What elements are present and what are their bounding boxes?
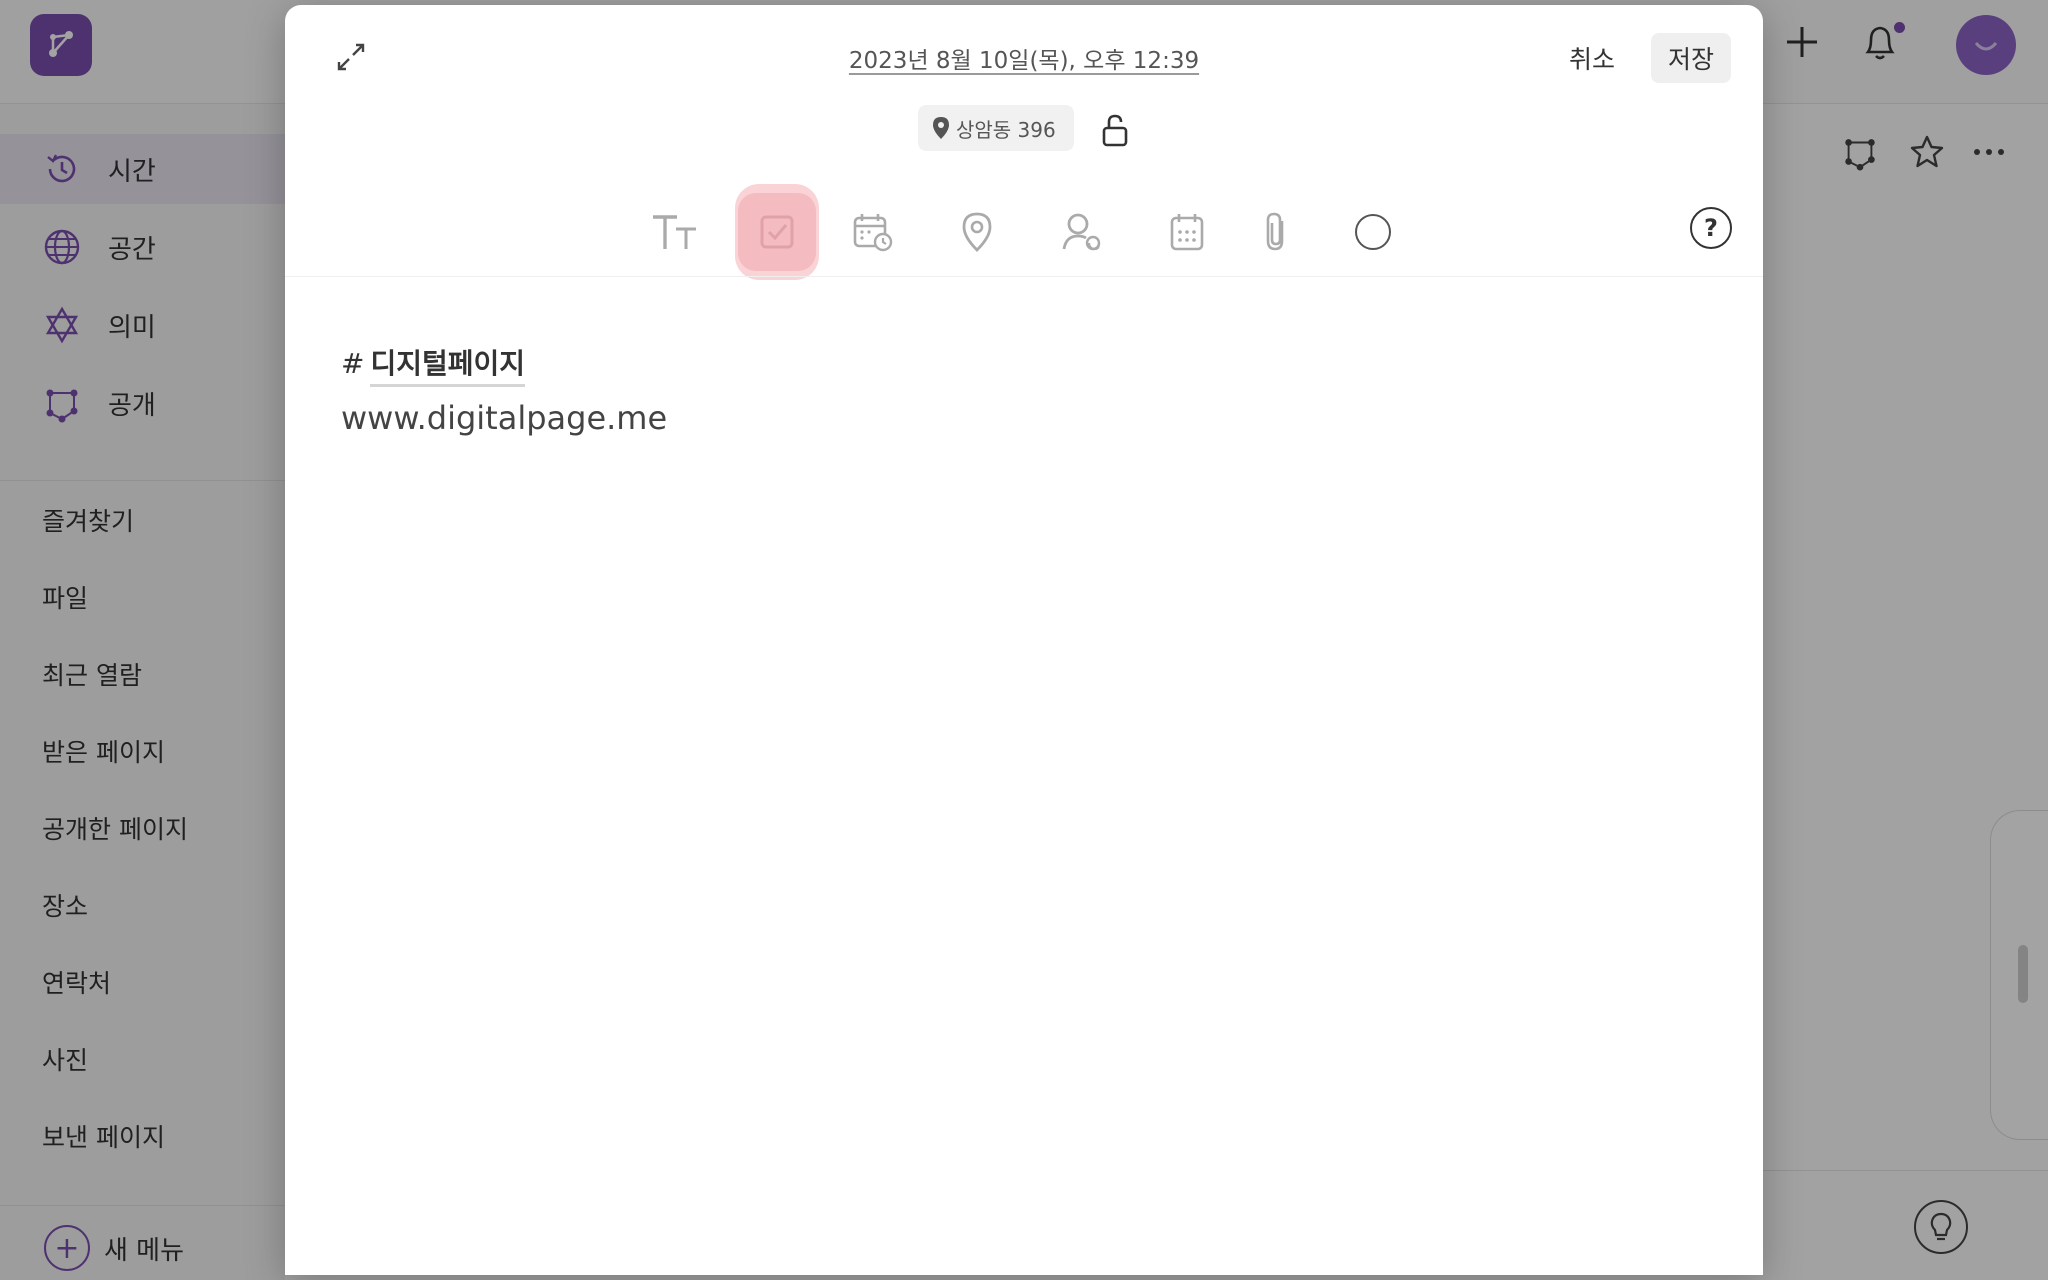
location-label: 상암동 396 (956, 117, 1056, 142)
location-tool[interactable] (935, 187, 1019, 277)
contact-icon (1062, 213, 1101, 251)
page-date[interactable]: 2023년 8월 10일(목), 오후 12:39 (285, 41, 1763, 75)
calendar-icon (1170, 214, 1204, 251)
page-date-text[interactable]: 2023년 8월 10일(목), 오후 12:39 (849, 48, 1199, 74)
paperclip-icon (1266, 212, 1284, 251)
hashtag-text[interactable]: 디지털페이지 (370, 342, 526, 387)
toolbar-divider (285, 276, 1763, 277)
contact-tool[interactable] (1041, 187, 1125, 277)
map-pin-icon (933, 117, 949, 139)
help-button[interactable]: ? (1690, 207, 1732, 249)
hashtag[interactable]: # 디지털페이지 (341, 342, 667, 387)
editor-toolbar-icons: ? (285, 187, 1763, 277)
calendar-tool[interactable] (1145, 187, 1229, 277)
save-button[interactable]: 저장 (1651, 33, 1731, 83)
editor-content[interactable]: # 디지털페이지 www.digitalpage.me (341, 342, 667, 437)
location-chip[interactable]: 상암동 396 (918, 105, 1074, 151)
hash-symbol: # (341, 347, 365, 380)
unlock-icon[interactable] (1095, 108, 1135, 152)
color-tool[interactable] (1331, 187, 1415, 277)
url-text[interactable]: www.digitalpage.me (341, 399, 667, 437)
attachment-tool[interactable] (1235, 187, 1319, 277)
color-circle-icon (1355, 214, 1391, 250)
map-pin-icon (962, 212, 992, 252)
cancel-button[interactable]: 취소 (1555, 34, 1629, 82)
